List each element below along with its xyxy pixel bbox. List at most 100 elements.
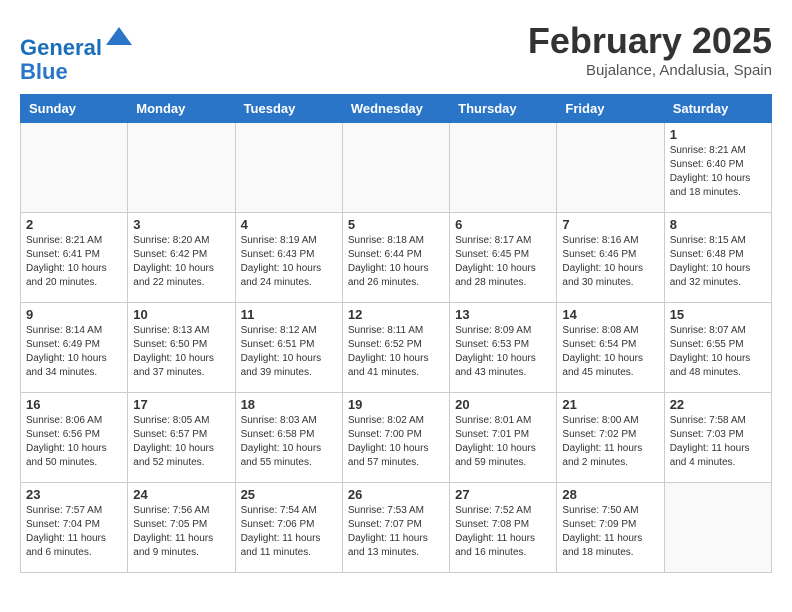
day-number: 20 — [455, 397, 551, 412]
day-info: Sunrise: 8:07 AMSunset: 6:55 PMDaylight:… — [670, 324, 766, 380]
logo-general: General — [20, 35, 102, 60]
calendar-week-row: 9 Sunrise: 8:14 AMSunset: 6:49 PMDaylight… — [21, 303, 772, 393]
day-number: 19 — [348, 397, 444, 412]
day-info: Sunrise: 8:14 AMSunset: 6:49 PMDaylight:… — [26, 324, 122, 380]
weekday-header-friday: Friday — [557, 95, 664, 123]
calendar-cell — [21, 123, 128, 213]
calendar-week-row: 23 Sunrise: 7:57 AMSunset: 7:04 PMDayligh… — [21, 483, 772, 573]
day-info: Sunrise: 8:13 AMSunset: 6:50 PMDaylight:… — [133, 324, 229, 380]
calendar-cell — [557, 123, 664, 213]
day-number: 21 — [562, 397, 658, 412]
calendar-cell: 5Sunrise: 8:18 AMSunset: 6:44 PMDaylight… — [342, 213, 449, 303]
day-info: Sunrise: 8:15 AMSunset: 6:48 PMDaylight:… — [670, 234, 766, 290]
calendar-cell: 3 Sunrise: 8:20 AMSunset: 6:42 PMDaylight… — [128, 213, 235, 303]
day-number: 9 — [26, 307, 122, 322]
day-info: Sunrise: 8:20 AMSunset: 6:42 PMDaylight:… — [133, 234, 229, 290]
calendar-cell: 24 Sunrise: 7:56 AMSunset: 7:05 PMDayligh… — [128, 483, 235, 573]
day-info: Sunrise: 8:11 AMSunset: 6:52 PMDaylight:… — [348, 324, 444, 380]
day-number: 2 — [26, 217, 122, 232]
calendar-cell — [450, 123, 557, 213]
calendar-cell: 8 Sunrise: 8:15 AMSunset: 6:48 PMDaylight… — [664, 213, 771, 303]
calendar-cell — [235, 123, 342, 213]
day-number: 18 — [241, 397, 337, 412]
calendar-cell: 1 Sunrise: 8:21 AMSunset: 6:40 PMDaylight… — [664, 123, 771, 213]
month-title: February 2025 — [528, 20, 772, 62]
calendar-week-row: 16Sunrise: 8:06 AMSunset: 6:56 PMDayligh… — [21, 393, 772, 483]
weekday-header-wednesday: Wednesday — [342, 95, 449, 123]
day-info: Sunrise: 7:57 AMSunset: 7:04 PMDaylight:… — [26, 504, 122, 560]
day-info: Sunrise: 8:21 AMSunset: 6:41 PMDaylight:… — [26, 234, 122, 290]
calendar-cell: 15 Sunrise: 8:07 AMSunset: 6:55 PMDayligh… — [664, 303, 771, 393]
day-number: 22 — [670, 397, 766, 412]
day-info: Sunrise: 8:19 AMSunset: 6:43 PMDaylight:… — [241, 234, 337, 290]
day-number: 24 — [133, 487, 229, 502]
calendar-cell: 19 Sunrise: 8:02 AMSunset: 7:00 PMDayligh… — [342, 393, 449, 483]
weekday-header-sunday: Sunday — [21, 95, 128, 123]
day-number: 26 — [348, 487, 444, 502]
day-info: Sunrise: 8:00 AMSunset: 7:02 PMDaylight:… — [562, 414, 658, 470]
day-info: Sunrise: 7:53 AMSunset: 7:07 PMDaylight:… — [348, 504, 444, 560]
calendar-cell — [128, 123, 235, 213]
day-info: Sunrise: 7:56 AMSunset: 7:05 PMDaylight:… — [133, 504, 229, 560]
calendar-cell: 6 Sunrise: 8:17 AMSunset: 6:45 PMDaylight… — [450, 213, 557, 303]
day-info: Sunrise: 7:52 AMSunset: 7:08 PMDaylight:… — [455, 504, 551, 560]
day-number: 3 — [133, 217, 229, 232]
day-number: 13 — [455, 307, 551, 322]
day-number: 8 — [670, 217, 766, 232]
calendar-cell: 12Sunrise: 8:11 AMSunset: 6:52 PMDayligh… — [342, 303, 449, 393]
calendar-cell: 26 Sunrise: 7:53 AMSunset: 7:07 PMDayligh… — [342, 483, 449, 573]
day-number: 10 — [133, 307, 229, 322]
day-info: Sunrise: 8:02 AMSunset: 7:00 PMDaylight:… — [348, 414, 444, 470]
logo-blue: Blue — [20, 59, 68, 84]
calendar-cell: 22 Sunrise: 7:58 AMSunset: 7:03 PMDayligh… — [664, 393, 771, 483]
day-info: Sunrise: 8:12 AMSunset: 6:51 PMDaylight:… — [241, 324, 337, 380]
logo: General Blue — [20, 25, 134, 84]
day-info: Sunrise: 7:58 AMSunset: 7:03 PMDaylight:… — [670, 414, 766, 470]
day-number: 15 — [670, 307, 766, 322]
calendar-cell: 18 Sunrise: 8:03 AMSunset: 6:58 PMDayligh… — [235, 393, 342, 483]
calendar-cell: 28Sunrise: 7:50 AMSunset: 7:09 PMDayligh… — [557, 483, 664, 573]
calendar-week-row: 1 Sunrise: 8:21 AMSunset: 6:40 PMDaylight… — [21, 123, 772, 213]
weekday-header-thursday: Thursday — [450, 95, 557, 123]
calendar-cell: 21 Sunrise: 8:00 AMSunset: 7:02 PMDayligh… — [557, 393, 664, 483]
day-number: 17 — [133, 397, 229, 412]
calendar-cell: 13Sunrise: 8:09 AMSunset: 6:53 PMDayligh… — [450, 303, 557, 393]
calendar-table: SundayMondayTuesdayWednesdayThursdayFrid… — [20, 94, 772, 573]
calendar-cell: 4 Sunrise: 8:19 AMSunset: 6:43 PMDaylight… — [235, 213, 342, 303]
calendar-cell: 23 Sunrise: 7:57 AMSunset: 7:04 PMDayligh… — [21, 483, 128, 573]
day-info: Sunrise: 8:06 AMSunset: 6:56 PMDaylight:… — [26, 414, 122, 470]
day-number: 4 — [241, 217, 337, 232]
calendar-cell: 14 Sunrise: 8:08 AMSunset: 6:54 PMDayligh… — [557, 303, 664, 393]
day-info: Sunrise: 8:21 AMSunset: 6:40 PMDaylight:… — [670, 144, 766, 200]
calendar-cell: 27 Sunrise: 7:52 AMSunset: 7:08 PMDayligh… — [450, 483, 557, 573]
weekday-header-row: SundayMondayTuesdayWednesdayThursdayFrid… — [21, 95, 772, 123]
calendar-cell: 9 Sunrise: 8:14 AMSunset: 6:49 PMDaylight… — [21, 303, 128, 393]
day-number: 27 — [455, 487, 551, 502]
day-number: 23 — [26, 487, 122, 502]
title-block: February 2025 Bujalance, Andalusia, Spai… — [528, 20, 772, 79]
day-number: 25 — [241, 487, 337, 502]
calendar-cell — [664, 483, 771, 573]
day-info: Sunrise: 8:03 AMSunset: 6:58 PMDaylight:… — [241, 414, 337, 470]
calendar-cell: 16Sunrise: 8:06 AMSunset: 6:56 PMDayligh… — [21, 393, 128, 483]
day-number: 7 — [562, 217, 658, 232]
day-info: Sunrise: 7:50 AMSunset: 7:09 PMDaylight:… — [562, 504, 658, 560]
day-info: Sunrise: 8:16 AMSunset: 6:46 PMDaylight:… — [562, 234, 658, 290]
calendar-cell: 2 Sunrise: 8:21 AMSunset: 6:41 PMDaylight… — [21, 213, 128, 303]
page-header: General Blue February 2025 Bujalance, An… — [20, 20, 772, 84]
day-number: 11 — [241, 307, 337, 322]
day-info: Sunrise: 8:08 AMSunset: 6:54 PMDaylight:… — [562, 324, 658, 380]
weekday-header-tuesday: Tuesday — [235, 95, 342, 123]
day-info: Sunrise: 8:05 AMSunset: 6:57 PMDaylight:… — [133, 414, 229, 470]
calendar-week-row: 2 Sunrise: 8:21 AMSunset: 6:41 PMDaylight… — [21, 213, 772, 303]
weekday-header-saturday: Saturday — [664, 95, 771, 123]
calendar-cell: 17 Sunrise: 8:05 AMSunset: 6:57 PMDayligh… — [128, 393, 235, 483]
day-number: 5 — [348, 217, 444, 232]
day-number: 1 — [670, 127, 766, 142]
calendar-cell: 25Sunrise: 7:54 AMSunset: 7:06 PMDayligh… — [235, 483, 342, 573]
day-info: Sunrise: 8:17 AMSunset: 6:45 PMDaylight:… — [455, 234, 551, 290]
calendar-cell: 20Sunrise: 8:01 AMSunset: 7:01 PMDayligh… — [450, 393, 557, 483]
calendar-cell: 11 Sunrise: 8:12 AMSunset: 6:51 PMDayligh… — [235, 303, 342, 393]
day-number: 14 — [562, 307, 658, 322]
day-number: 6 — [455, 217, 551, 232]
